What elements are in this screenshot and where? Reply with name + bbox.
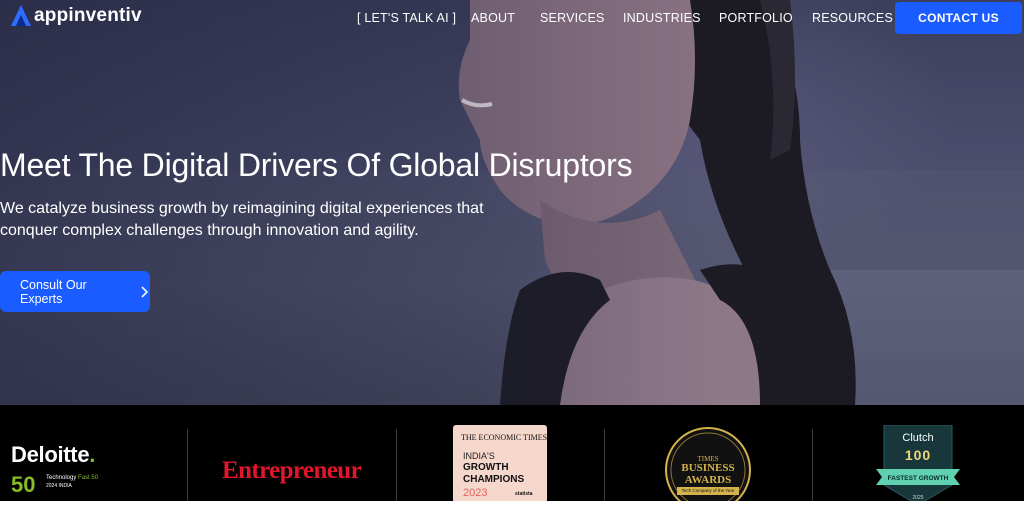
entrepreneur-logo: Entrepreneur [222,457,362,484]
tba-line-3: AWARDS [684,474,732,486]
et-line-2: GROWTH [463,462,509,473]
times-business-award: TIMES BUSINESS AWARDS Tech Company of th… [664,426,752,512]
clutch-number: 100 [904,447,932,463]
et-line-3: CHAMPIONS [463,474,525,485]
nav-item-services[interactable]: SERVICES [540,11,605,25]
consult-experts-button[interactable]: Consult Our Experts [0,271,150,312]
tba-ribbon-text: Tech Company of the Year [681,488,735,493]
nav-item-lets-talk-ai[interactable]: [ LET'S TALK AI ] [357,11,456,25]
brand-logo[interactable]: appinventiv [10,4,142,28]
hero-subtext: We catalyze business growth by reimagini… [0,200,484,239]
deloitte-logo: Deloitte. [11,442,96,467]
et-line-1: INDIA'S [463,451,495,461]
consult-experts-label: Consult Our Experts [20,277,87,306]
appinventiv-logo-icon [11,5,31,26]
page-below-fold [0,501,1024,512]
nav-item-industries[interactable]: INDUSTRIES [623,11,701,25]
tba-line-2: BUSINESS [681,462,735,474]
clutch-name: Clutch [902,432,934,444]
top-navigation: appinventiv [ LET'S TALK AI ] ABOUT SERV… [0,0,1024,36]
nav-item-resources[interactable]: RESOURCES [812,11,893,25]
award-divider [812,429,813,501]
award-divider [396,429,397,501]
et-year: 2023 [463,487,488,499]
hero-section: appinventiv [ LET'S TALK AI ] ABOUT SERV… [0,0,1024,405]
deloitte-number: 50 [11,472,36,497]
hero-headline: Meet The Digital Drivers Of Global Disru… [0,147,633,183]
award-divider [604,429,605,501]
statista-logo: statista [515,491,533,497]
nav-item-portfolio[interactable]: PORTFOLIO [719,11,793,25]
economic-times-award: THE ECONOMIC TIMES INDIA'S GROWTH CHAMPI… [453,425,547,503]
chevron-right-icon [141,285,149,298]
deloitte-year: 2024 INDIA [46,483,72,489]
brand-name: appinventiv [34,5,142,26]
awards-strip: Deloitte. 50 Technology Fast 50 2024 IND… [0,405,1024,512]
deloitte-caption: Technology Fast 50 [46,475,99,481]
clutch-ribbon-text: FASTEST GROWTH [887,475,949,482]
clutch-award: Clutch 100 FASTEST GROWTH 2025 [876,424,960,506]
award-divider [187,429,188,501]
contact-us-button[interactable]: CONTACT US [895,2,1022,34]
nav-item-about[interactable]: ABOUT [471,11,515,25]
economic-times-masthead: THE ECONOMIC TIMES [461,433,548,442]
